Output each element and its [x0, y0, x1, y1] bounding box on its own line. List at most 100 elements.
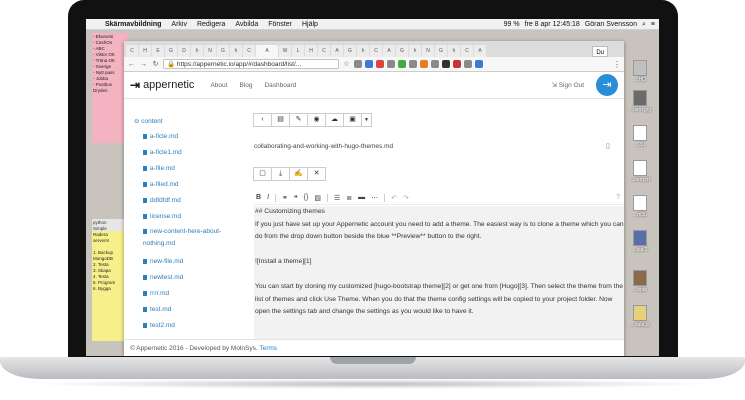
browser-tab[interactable]: G	[344, 45, 356, 57]
extension-icon[interactable]	[365, 60, 373, 68]
tree-folder-content[interactable]: ⊖ content	[134, 117, 163, 125]
markdown-editor[interactable]: ## Customizing themes If you just have s…	[254, 206, 624, 339]
help-icon[interactable]: ?	[616, 194, 620, 201]
browser-tab[interactable]: h	[191, 45, 203, 57]
reload-icon[interactable]: ↻	[151, 60, 160, 68]
extension-icon[interactable]	[475, 60, 483, 68]
desktop-file-icon[interactable]: ...HD	[622, 60, 658, 83]
tree-file[interactable]: new-content-here-about-nothing.md	[143, 226, 233, 250]
menu-app-name[interactable]: Skärmavbildning	[100, 19, 166, 30]
forward-icon[interactable]: →	[139, 61, 148, 68]
tree-file[interactable]: new-file.md	[143, 258, 183, 265]
desktop-file-icon[interactable]: ...tiern.jpg	[622, 90, 658, 113]
tree-file[interactable]: test2.md	[143, 322, 175, 329]
menu-item-redigera[interactable]: Redigera	[192, 19, 230, 30]
browser-tab[interactable]: C	[461, 45, 473, 57]
close-icon[interactable]: ✕	[307, 167, 326, 181]
terms-link[interactable]: Terms	[259, 345, 277, 352]
browser-menu-icon[interactable]: ⋮	[613, 60, 621, 69]
nav-blog[interactable]: Blog	[239, 82, 252, 89]
tree-file[interactable]: test.md	[143, 306, 171, 313]
clock[interactable]: fre 8 apr 12:45:18	[525, 19, 580, 30]
quote-icon[interactable]: ❝	[294, 194, 298, 202]
bold-icon[interactable]: B	[256, 194, 261, 201]
cloud-upload-icon[interactable]: ☁	[325, 113, 344, 127]
browser-tab[interactable]: h	[230, 45, 242, 57]
code-icon[interactable]: {}	[304, 194, 309, 201]
extension-icon[interactable]	[453, 60, 461, 68]
browser-tab[interactable]: A	[383, 45, 395, 57]
browser-tab-active[interactable]: A	[256, 45, 278, 57]
sign-out-link[interactable]: ⇲ Sign Out	[551, 81, 584, 89]
desktop-file-icon[interactable]: ...m3u	[622, 195, 658, 218]
desktop-file-icon[interactable]: ...data.js	[622, 305, 658, 328]
tree-file[interactable]: ddfdfdf.md	[143, 197, 181, 204]
desktop-file-icon[interactable]: ...tiern.rtf	[622, 160, 658, 183]
menu-item-arkiv[interactable]: Arkiv	[166, 19, 192, 30]
browser-tab[interactable]: N	[204, 45, 216, 57]
browser-tab[interactable]: E	[152, 45, 164, 57]
browser-tab[interactable]: A	[474, 45, 486, 57]
browser-tab[interactable]: h	[357, 45, 369, 57]
extension-icon[interactable]	[354, 60, 362, 68]
extension-icon[interactable]	[420, 60, 428, 68]
logo[interactable]: appernetic	[143, 79, 194, 91]
browser-tab[interactable]: C	[370, 45, 382, 57]
download-icon[interactable]: ⤓	[271, 167, 290, 181]
link-icon[interactable]: ⚭	[282, 194, 288, 202]
login-arrow-icon[interactable]: ⇥	[596, 74, 618, 96]
nav-dashboard[interactable]: Dashboard	[264, 82, 296, 89]
publish-icon[interactable]: ▣	[343, 113, 362, 127]
extension-icon[interactable]	[409, 60, 417, 68]
profile-button[interactable]: Du	[592, 46, 608, 57]
browser-tab[interactable]: G	[435, 45, 447, 57]
bookmark-star-icon[interactable]: ☆	[342, 60, 351, 68]
chevron-down-icon[interactable]: ▼	[361, 113, 372, 127]
browser-tab[interactable]: H	[139, 45, 151, 57]
back-icon[interactable]: ←	[127, 61, 136, 68]
new-file-icon[interactable]: ▤	[271, 113, 290, 127]
browser-tab[interactable]: L	[292, 45, 304, 57]
list-icon[interactable]: ≡	[651, 19, 655, 30]
menu-item-hjalp[interactable]: Hjälp	[297, 19, 323, 30]
browser-tab[interactable]: G	[165, 45, 177, 57]
eye-icon[interactable]: ◉	[307, 113, 326, 127]
square-icon[interactable]: ▢	[253, 167, 272, 181]
browser-tab[interactable]: W	[279, 45, 291, 57]
edit-icon[interactable]: ✍	[289, 167, 308, 181]
browser-tab[interactable]: C	[126, 45, 138, 57]
document-icon[interactable]: ▯	[606, 142, 610, 150]
browser-tab[interactable]: C	[318, 45, 330, 57]
user-name[interactable]: Göran Svensson	[585, 19, 637, 30]
menu-item-fonster[interactable]: Fönster	[263, 19, 297, 30]
redo-icon[interactable]: ↷	[403, 194, 409, 202]
battery-status[interactable]: 99 %	[504, 19, 520, 30]
url-input[interactable]: 🔒 https://appernetic.io/app/#/dashboard/…	[163, 59, 339, 69]
extension-icon[interactable]	[442, 60, 450, 68]
ordered-list-icon[interactable]: ☰	[334, 194, 340, 202]
logo-arrow-icon[interactable]: ⇥	[130, 78, 140, 92]
browser-tab[interactable]: A	[331, 45, 343, 57]
hr-icon[interactable]: ⋯	[371, 194, 378, 202]
browser-tab[interactable]: h	[409, 45, 421, 57]
image-icon[interactable]: ▨	[314, 194, 321, 202]
browser-tab[interactable]: h	[448, 45, 460, 57]
browser-tab[interactable]: G	[217, 45, 229, 57]
sticky-note-yellow[interactable]: Radera servern! 1. Backup MongoDB 2. Testa 3.…	[92, 231, 128, 341]
extension-icon[interactable]	[398, 60, 406, 68]
extension-icon[interactable]	[464, 60, 472, 68]
extension-icon[interactable]	[431, 60, 439, 68]
heading-icon[interactable]: ▬	[358, 194, 365, 201]
tree-file[interactable]: newtest.md	[143, 274, 183, 281]
browser-tab[interactable]: G	[396, 45, 408, 57]
tree-file[interactable]: a-filed.md	[143, 181, 179, 188]
menu-item-avbilda[interactable]: Avbilda	[230, 19, 263, 30]
back-icon[interactable]: ‹	[253, 113, 272, 127]
italic-icon[interactable]: I	[267, 194, 269, 201]
desktop-file-icon[interactable]: ...pia 2	[622, 230, 658, 253]
search-icon[interactable]: ⌕	[642, 19, 646, 30]
pencil-icon[interactable]: ✎	[289, 113, 308, 127]
tree-file[interactable]: a-ficle.md	[143, 133, 178, 140]
desktop-file-icon[interactable]: ...3u	[622, 125, 658, 148]
sticky-note-pink[interactable]: - Ekonomi - CashOn - ABC - Viktor OK - Träna…	[92, 33, 128, 143]
